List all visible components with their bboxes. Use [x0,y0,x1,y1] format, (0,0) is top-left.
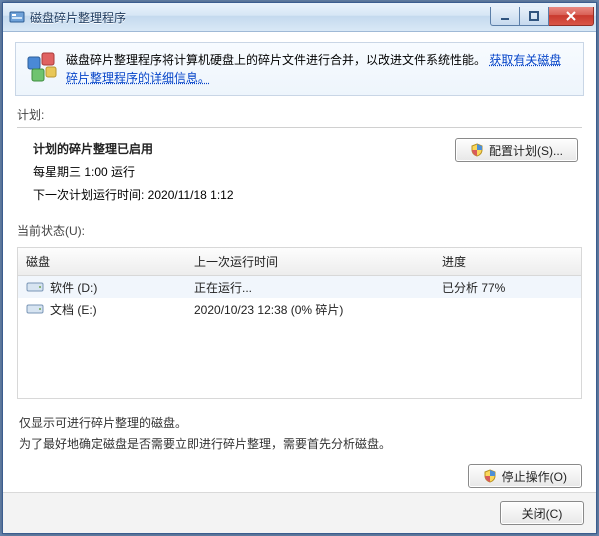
hint-line2: 为了最好地确定磁盘是否需要立即进行碎片整理，需要首先分析磁盘。 [19,434,580,454]
status-section: 当前状态(U): [3,218,596,247]
plan-section-label: 计划: [17,106,582,123]
plan-schedule: 每星期三 1:00 运行 [33,161,455,184]
defrag-icon [26,51,58,83]
shield-icon [470,143,484,157]
close-dialog-button[interactable]: 关闭(C) [500,501,584,525]
stop-button[interactable]: 停止操作(O) [468,464,582,488]
hint-text: 仅显示可进行碎片整理的磁盘。 为了最好地确定磁盘是否需要立即进行碎片整理，需要首… [3,407,596,458]
close-dialog-label: 关闭(C) [522,505,563,522]
plan-next-run: 下一次计划运行时间: 2020/11/18 1:12 [33,184,455,207]
banner-description: 磁盘碎片整理程序将计算机硬盘上的碎片文件进行合并，以改进文件系统性能。 [66,53,486,67]
action-bar: 停止操作(O) [3,458,596,492]
disk-name: 文档 (E:) [50,301,97,318]
header-last-run[interactable]: 上一次运行时间 [186,248,434,275]
plan-title: 计划的碎片整理已启用 [33,138,455,161]
disk-progress [434,304,581,314]
maximize-button[interactable] [520,7,549,26]
titlebar[interactable]: 磁盘碎片整理程序 [3,3,596,32]
window-controls [490,7,594,27]
client-area: 磁盘碎片整理程序将计算机硬盘上的碎片文件进行合并，以改进文件系统性能。 获取有关… [3,32,596,533]
disk-table: 磁盘 上一次运行时间 进度 软件 (D:) 正在运行... 已分析 77% [17,247,582,399]
stop-button-label: 停止操作(O) [502,468,567,485]
app-icon [9,9,25,25]
table-row[interactable]: 文档 (E:) 2020/10/23 12:38 (0% 碎片) [18,298,581,320]
shield-icon [483,469,497,483]
drive-icon [26,302,44,316]
status-section-label: 当前状态(U): [17,222,582,239]
header-disk[interactable]: 磁盘 [18,248,186,275]
table-header: 磁盘 上一次运行时间 进度 [18,248,581,276]
close-button[interactable] [549,7,594,26]
configure-schedule-label: 配置计划(S)... [489,142,563,159]
disk-name: 软件 (D:) [50,279,97,296]
hint-line1: 仅显示可进行碎片整理的磁盘。 [19,413,580,433]
header-progress[interactable]: 进度 [434,248,581,275]
plan-box: 计划的碎片整理已启用 每星期三 1:00 运行 下一次计划运行时间: 2020/… [17,127,582,214]
disk-last-run: 2020/10/23 12:38 (0% 碎片) [186,296,434,323]
minimize-button[interactable] [490,7,520,26]
plan-details: 计划的碎片整理已启用 每星期三 1:00 运行 下一次计划运行时间: 2020/… [21,138,455,206]
window-frame: 磁盘碎片整理程序 磁盘碎 [2,2,597,534]
disk-table-wrap: 磁盘 上一次运行时间 进度 软件 (D:) 正在运行... 已分析 77% [3,247,596,399]
drive-icon [26,280,44,294]
info-banner: 磁盘碎片整理程序将计算机硬盘上的碎片文件进行合并，以改进文件系统性能。 获取有关… [15,42,584,96]
configure-schedule-button[interactable]: 配置计划(S)... [455,138,578,162]
bottom-bar: 关闭(C) [3,492,596,533]
banner-text: 磁盘碎片整理程序将计算机硬盘上的碎片文件进行合并，以改进文件系统性能。 获取有关… [66,51,573,87]
plan-section: 计划: 计划的碎片整理已启用 每星期三 1:00 运行 下一次计划运行时间: 2… [3,102,596,218]
disk-progress: 已分析 77% [434,274,581,301]
window-title: 磁盘碎片整理程序 [30,9,490,26]
